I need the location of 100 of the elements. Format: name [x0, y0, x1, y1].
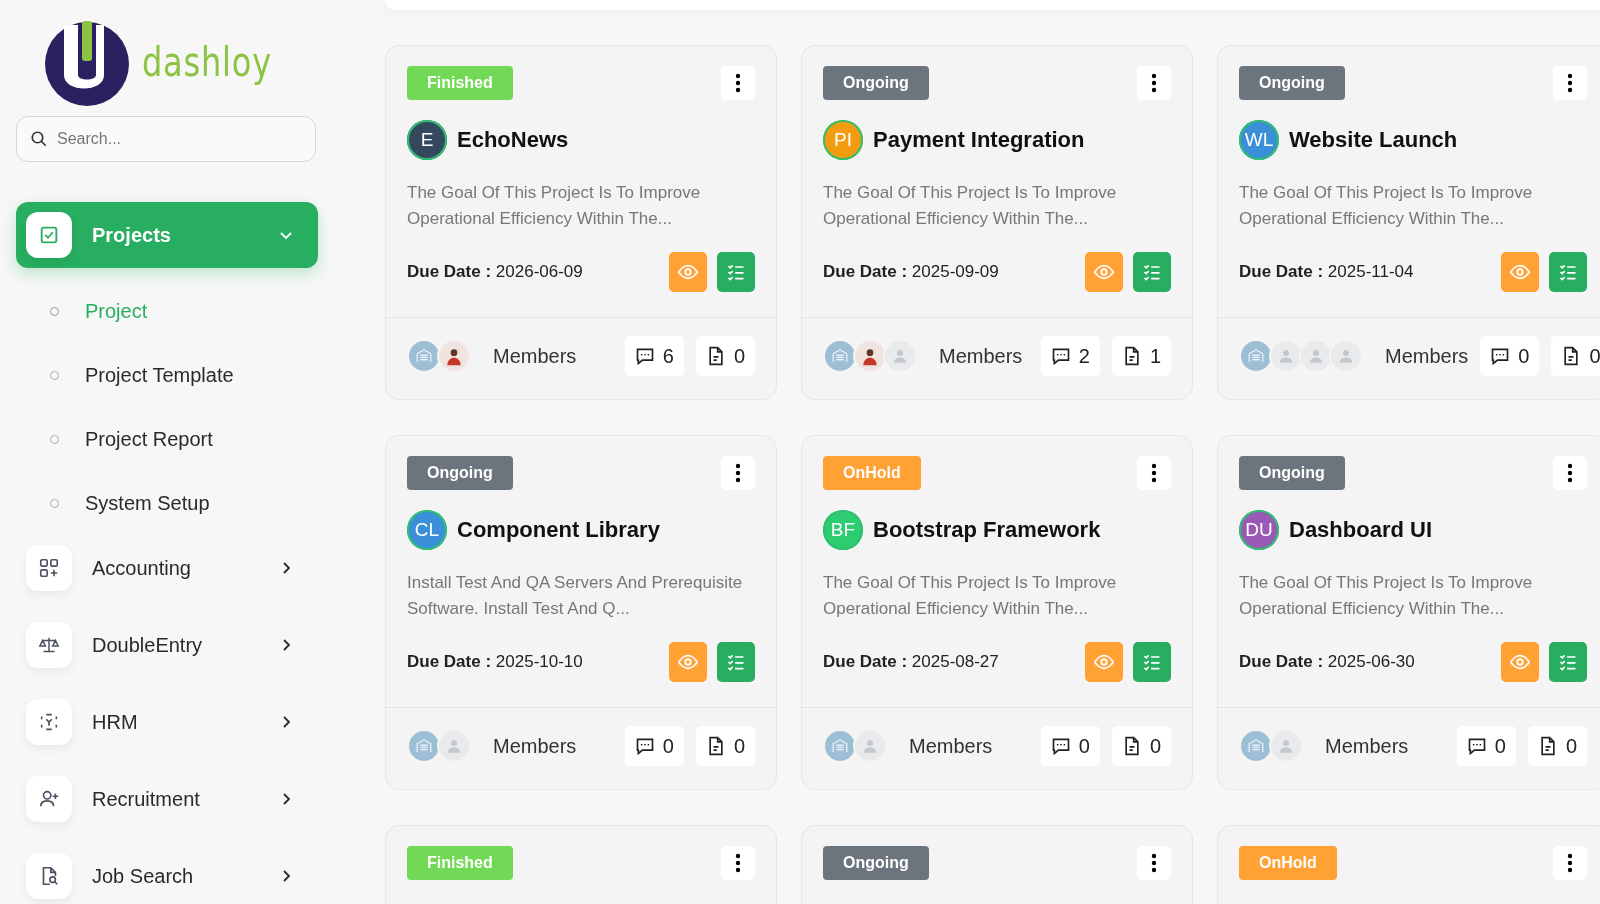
- project-title: Component Library: [457, 517, 660, 543]
- kebab-menu-icon: [1151, 73, 1157, 93]
- project-title: Dashboard UI: [1289, 517, 1433, 543]
- files-count[interactable]: 0: [695, 336, 755, 376]
- status-badge: Ongoing: [823, 66, 929, 100]
- status-badge: Ongoing: [407, 456, 513, 490]
- comment-icon: [634, 346, 655, 366]
- task-list-button[interactable]: [717, 252, 755, 292]
- view-button[interactable]: [1501, 252, 1539, 292]
- kebab-menu-icon: [1567, 73, 1573, 93]
- task-list-button[interactable]: [1133, 252, 1171, 292]
- submenu-item[interactable]: System Setup: [16, 471, 324, 535]
- checklist-icon: [1558, 262, 1578, 282]
- comment-icon: [634, 736, 655, 756]
- view-button[interactable]: [1085, 252, 1123, 292]
- status-badge: Ongoing: [1239, 456, 1345, 490]
- comments-count[interactable]: 6: [624, 336, 684, 376]
- kebab-menu-icon: [1567, 853, 1573, 873]
- menu-item[interactable]: DoubleEntry: [16, 612, 318, 678]
- checklist-icon: [1142, 652, 1162, 672]
- project-avatar: DU: [1239, 510, 1279, 550]
- comment-icon: [1050, 346, 1071, 366]
- project-title: Website Launch: [1289, 127, 1458, 153]
- comments-count[interactable]: 0: [1456, 726, 1516, 766]
- menu-item[interactable]: Accounting: [16, 535, 318, 601]
- project-description: The Goal Of This Project Is To Improve Operational Efficiency Within The...: [1239, 182, 1534, 230]
- kebab-menu-icon: [735, 73, 741, 93]
- focus-frame-icon: [38, 711, 60, 733]
- more-options-button[interactable]: [1137, 66, 1171, 100]
- more-options-button[interactable]: [1553, 66, 1587, 100]
- more-options-button[interactable]: [1553, 456, 1587, 490]
- status-badge: OnHold: [823, 456, 921, 490]
- view-button[interactable]: [669, 642, 707, 682]
- task-list-button[interactable]: [1133, 642, 1171, 682]
- task-list-button[interactable]: [717, 642, 755, 682]
- menu-item[interactable]: HRM: [16, 689, 318, 755]
- due-date: Due Date : 2025-08-27: [823, 652, 999, 672]
- view-button[interactable]: [1501, 642, 1539, 682]
- menu-item[interactable]: Recruitment: [16, 766, 318, 832]
- project-description: Install Test And QA Servers And Prerequisite Software. Install Test And Q...: [407, 572, 744, 620]
- kebab-menu-icon: [735, 853, 741, 873]
- files-count[interactable]: 1: [1111, 336, 1171, 376]
- project-description: The Goal Of This Project Is To Improve Operational Efficiency Within The...: [823, 182, 1118, 230]
- files-count[interactable]: 0: [1551, 336, 1600, 376]
- project-title: Payment Integration: [873, 127, 1085, 153]
- project-avatar: E: [407, 120, 447, 160]
- kebab-menu-icon: [1151, 853, 1157, 873]
- members-label: Members: [1325, 734, 1410, 758]
- status-badge: OnHold: [1239, 846, 1337, 880]
- more-options-button[interactable]: [1137, 846, 1171, 880]
- comments-count[interactable]: 0: [1040, 726, 1100, 766]
- brand-name: dashloy: [142, 39, 272, 85]
- status-badge: Ongoing: [1239, 66, 1345, 100]
- project-title: Bootstrap Framework: [873, 517, 1101, 543]
- project-avatar: PI: [823, 120, 863, 160]
- files-count[interactable]: 0: [1111, 726, 1171, 766]
- comments-count[interactable]: 0: [1480, 336, 1540, 376]
- more-options-button[interactable]: [721, 846, 755, 880]
- status-badge: Finished: [407, 846, 513, 880]
- project-avatar: CL: [407, 510, 447, 550]
- members-label: Members: [493, 734, 578, 758]
- kebab-menu-icon: [735, 463, 741, 483]
- members-label: Members: [1385, 344, 1469, 368]
- project-description: The Goal Of This Project Is To Improve Operational Efficiency Within The...: [823, 572, 1118, 620]
- comments-count[interactable]: 2: [1040, 336, 1100, 376]
- view-button[interactable]: [1085, 642, 1123, 682]
- project-description: The Goal Of This Project Is To Improve Operational Efficiency Within The...: [407, 182, 702, 230]
- due-date: Due Date : 2026-06-09: [407, 262, 583, 282]
- comment-icon: [1466, 736, 1487, 756]
- task-list-button[interactable]: [1549, 252, 1587, 292]
- due-date: Due Date : 2025-11-04: [1239, 262, 1414, 282]
- files-count[interactable]: 0: [1527, 726, 1587, 766]
- search-field[interactable]: Search...: [16, 116, 316, 162]
- submenu-item[interactable]: Project Template: [16, 343, 324, 407]
- task-list-button[interactable]: [1549, 642, 1587, 682]
- view-button[interactable]: [669, 252, 707, 292]
- project-avatar: WL: [1239, 120, 1279, 160]
- checklist-icon: [1558, 652, 1578, 672]
- members-label: Members: [493, 344, 578, 368]
- due-date: Due Date : 2025-06-30: [1239, 652, 1415, 672]
- more-options-button[interactable]: [721, 66, 755, 100]
- project-title: EchoNews: [457, 127, 569, 153]
- more-options-button[interactable]: [1137, 456, 1171, 490]
- submenu-item[interactable]: Project Report: [16, 407, 324, 471]
- checklist-icon: [726, 262, 746, 282]
- members-label: Members: [939, 344, 1024, 368]
- kebab-menu-icon: [1567, 463, 1573, 483]
- checklist-icon: [1142, 262, 1162, 282]
- status-badge: Ongoing: [823, 846, 929, 880]
- comment-icon: [1490, 346, 1511, 366]
- kebab-menu-icon: [1151, 463, 1157, 483]
- checklist-icon: [726, 652, 746, 672]
- grid-plus-icon: [38, 557, 60, 579]
- files-count[interactable]: 0: [695, 726, 755, 766]
- comments-count[interactable]: 0: [624, 726, 684, 766]
- more-options-button[interactable]: [721, 456, 755, 490]
- menu-item[interactable]: Job Search: [16, 843, 318, 904]
- project-description: The Goal Of This Project Is To Improve Operational Efficiency Within The...: [1239, 572, 1534, 620]
- comment-icon: [1050, 736, 1071, 756]
- more-options-button[interactable]: [1553, 846, 1587, 880]
